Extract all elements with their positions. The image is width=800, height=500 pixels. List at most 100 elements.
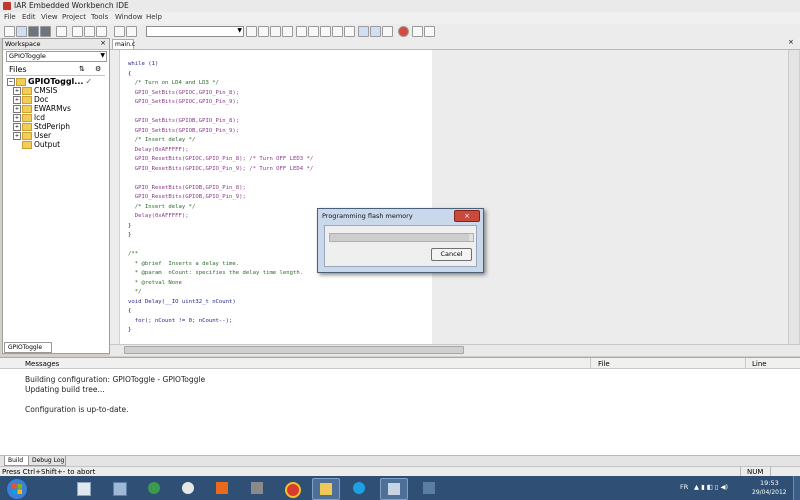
tab-build[interactable]: Build	[4, 456, 30, 466]
expand-icon[interactable]: +	[13, 105, 21, 113]
tree-item-ewarmvs[interactable]: + EWARMvs	[13, 104, 71, 113]
code-line[interactable]: GPIO_ResetBits(GPIOB,GPIO_Pin_8);	[128, 185, 246, 192]
clock-date[interactable]: 29/04/2012	[752, 489, 787, 496]
close-icon[interactable]: ×	[100, 39, 106, 47]
configuration-select[interactable]: GPIOToggle ▼	[6, 51, 107, 62]
stop-build-icon[interactable]	[382, 26, 393, 37]
message-line[interactable]: Configuration is up-to-date.	[25, 405, 129, 414]
taskbar-star[interactable]	[416, 478, 442, 498]
taskbar-media[interactable]	[209, 478, 235, 498]
code-editor[interactable]: while (1) { /* Turn on LD4 and LD3 */ GPI…	[120, 50, 432, 352]
navigate-back-icon[interactable]	[332, 26, 343, 37]
code-line[interactable]: GPIO_SetBits(GPIOC,GPIO_Pin_8);	[128, 90, 239, 97]
sort-icon[interactable]: ⇅	[79, 65, 85, 73]
code-line[interactable]: }	[128, 232, 131, 239]
expand-icon[interactable]: +	[13, 123, 21, 131]
close-icon[interactable]: ×	[454, 210, 480, 222]
save-all-icon[interactable]	[40, 26, 51, 37]
taskbar-skype[interactable]	[346, 478, 372, 498]
tree-item-doc[interactable]: + Doc	[13, 95, 49, 104]
new-file-icon[interactable]	[4, 26, 15, 37]
show-desktop-button[interactable]	[793, 476, 800, 500]
cut-icon[interactable]	[72, 26, 83, 37]
menu-file[interactable]: File	[4, 13, 16, 21]
cancel-button[interactable]: Cancel	[431, 248, 472, 261]
message-line[interactable]: Updating build tree...	[25, 385, 105, 394]
tree-item-lcd[interactable]: + lcd	[13, 113, 45, 122]
tree-root[interactable]: − GPIOToggl... ✓	[7, 77, 92, 86]
collapse-icon[interactable]: −	[7, 77, 15, 86]
scrollbar-thumb[interactable]	[124, 346, 464, 354]
code-line[interactable]: {	[128, 308, 131, 315]
menu-project[interactable]: Project	[62, 13, 86, 21]
clock-time[interactable]: 19:53	[760, 479, 779, 487]
breakpoint-icon[interactable]	[398, 26, 409, 37]
vertical-scrollbar[interactable]	[788, 50, 799, 344]
workspace-tab[interactable]: GPIOToggle	[4, 342, 52, 353]
code-line[interactable]: void Delay(__IO uint32_t nCount)	[128, 299, 236, 306]
menu-tools[interactable]: Tools	[91, 13, 108, 21]
code-line[interactable]: Delay(0xAFFFFF);	[128, 147, 189, 154]
code-line[interactable]: /* Insert delay */	[128, 137, 196, 144]
redo-icon[interactable]	[126, 26, 137, 37]
menu-edit[interactable]: Edit	[22, 13, 36, 21]
tab-main-c[interactable]: main.c	[112, 39, 135, 49]
tray-icons[interactable]: ▲ ▮ ◧ ▯ ◀)	[694, 483, 728, 491]
navigate-forward-icon[interactable]	[344, 26, 355, 37]
undo-icon[interactable]	[114, 26, 125, 37]
code-line[interactable]: GPIO_SetBits(GPIOB,GPIO_Pin_8);	[128, 118, 239, 125]
make-icon[interactable]	[370, 26, 381, 37]
download-debug-icon[interactable]	[424, 26, 435, 37]
taskbar-globe[interactable]	[141, 478, 167, 498]
expand-icon[interactable]: +	[13, 114, 21, 122]
tree-item-user[interactable]: + User	[13, 131, 51, 140]
code-line[interactable]: */	[128, 289, 142, 296]
code-line[interactable]: GPIO_ResetBits(GPIOB,GPIO_Pin_9);	[128, 194, 246, 201]
code-line[interactable]: /* Insert delay */	[128, 204, 196, 211]
language-indicator[interactable]: FR	[680, 483, 688, 491]
bookmark-icon[interactable]	[308, 26, 319, 37]
taskbar-explorer[interactable]	[312, 478, 340, 500]
code-line[interactable]: Delay(0xAFFFFF);	[128, 213, 189, 220]
expand-icon[interactable]: +	[13, 96, 21, 104]
find-combo[interactable]: ▼	[146, 26, 244, 37]
taskbar-app[interactable]	[244, 478, 270, 498]
debug-icon[interactable]	[412, 26, 423, 37]
menu-help[interactable]: Help	[146, 13, 162, 21]
code-line[interactable]: for(; nCount != 0; nCount--);	[128, 318, 233, 325]
compile-icon[interactable]	[358, 26, 369, 37]
taskbar-chrome[interactable]	[278, 478, 304, 498]
taskbar-paint[interactable]	[175, 478, 201, 498]
column-line[interactable]: Line	[752, 360, 767, 368]
code-line[interactable]: {	[128, 71, 131, 78]
message-line[interactable]: Building configuration: GPIOToggle - GPI…	[25, 375, 205, 384]
code-line[interactable]: }	[128, 327, 131, 334]
code-line[interactable]: * @retval None	[128, 280, 182, 287]
close-icon[interactable]: ×	[788, 38, 794, 46]
expand-icon[interactable]: +	[13, 87, 21, 95]
code-line[interactable]: GPIO_ResetBits(GPIOC,GPIO_Pin_8); /* Tur…	[128, 156, 314, 163]
print-icon[interactable]	[56, 26, 67, 37]
tree-item-stdperiph[interactable]: + StdPeriph	[13, 122, 70, 131]
options-icon[interactable]: ⚙	[95, 65, 101, 73]
start-button[interactable]	[6, 478, 28, 500]
code-line[interactable]: /**	[128, 251, 138, 258]
menu-view[interactable]: View	[41, 13, 58, 21]
replace-icon[interactable]	[282, 26, 293, 37]
save-icon[interactable]	[28, 26, 39, 37]
tree-item-cmsis[interactable]: + CMSIS	[13, 86, 57, 95]
code-line[interactable]: GPIO_SetBits(GPIOB,GPIO_Pin_9);	[128, 128, 239, 135]
column-file[interactable]: File	[598, 360, 610, 368]
code-line[interactable]: }	[128, 223, 131, 230]
copy-icon[interactable]	[84, 26, 95, 37]
next-bookmark-icon[interactable]	[320, 26, 331, 37]
find-prev-icon[interactable]	[258, 26, 269, 37]
taskbar-notepad[interactable]	[70, 478, 96, 498]
code-line[interactable]: GPIO_SetBits(GPIOC,GPIO_Pin_9);	[128, 99, 239, 106]
code-line[interactable]: * @brief Inserts a delay time.	[128, 261, 239, 268]
code-line[interactable]: * @param nCount: specifies the delay tim…	[128, 270, 303, 277]
column-messages[interactable]: Messages	[25, 360, 59, 368]
expand-icon[interactable]: +	[13, 132, 21, 140]
taskbar-computer[interactable]	[106, 478, 132, 498]
tree-item-output[interactable]: +Output	[13, 140, 60, 149]
